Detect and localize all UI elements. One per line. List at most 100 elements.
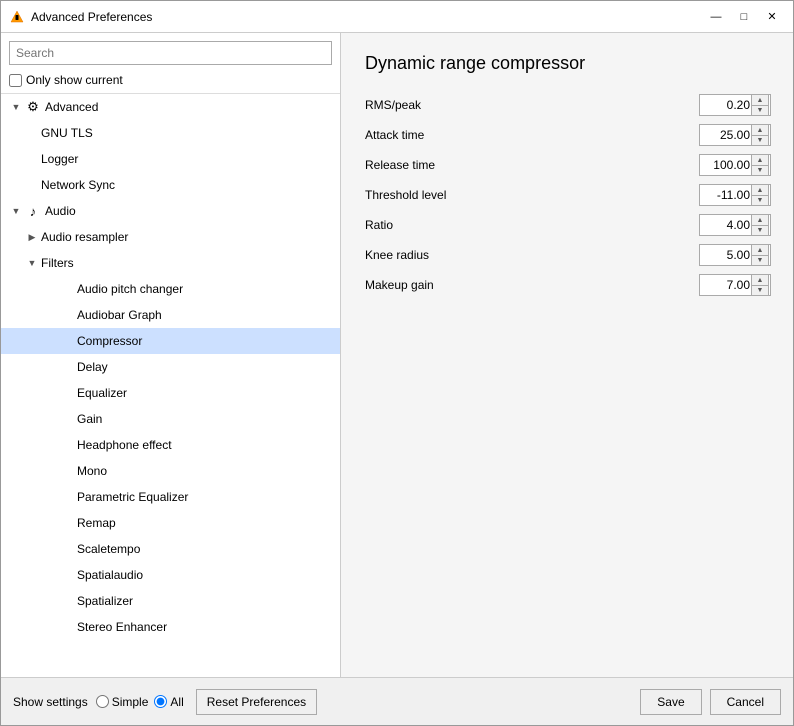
window-controls: — □ ✕: [703, 7, 785, 27]
spin-up-3[interactable]: ▲: [751, 184, 769, 195]
radio-simple-label[interactable]: Simple: [96, 695, 149, 709]
expand-icon-parametric_equalizer: [61, 490, 75, 504]
spin-down-0[interactable]: ▼: [751, 105, 769, 116]
spin-down-3[interactable]: ▼: [751, 195, 769, 206]
save-button[interactable]: Save: [640, 689, 701, 715]
tree-item-scaletempo[interactable]: Scaletempo: [1, 536, 340, 562]
tree-item-mono[interactable]: Mono: [1, 458, 340, 484]
content-area: Only show current ▼⚙AdvancedGNU TLSLogge…: [1, 33, 793, 677]
param-input-wrap-4: ▲▼: [699, 214, 769, 236]
tree-item-gain[interactable]: Gain: [1, 406, 340, 432]
param-row-0: RMS/peak ▲▼: [365, 94, 769, 116]
expand-icon-spatializer: [61, 594, 75, 608]
section-icon-audio: ♪: [25, 203, 41, 219]
reset-preferences-button[interactable]: Reset Preferences: [196, 689, 317, 715]
tree-item-spatializer[interactable]: Spatializer: [1, 588, 340, 614]
spin-up-0[interactable]: ▲: [751, 94, 769, 105]
tree-item-advanced[interactable]: ▼⚙Advanced: [1, 94, 340, 120]
cancel-button[interactable]: Cancel: [710, 689, 781, 715]
section-icon-advanced: ⚙: [25, 99, 41, 115]
tree-item-compressor[interactable]: Compressor: [1, 328, 340, 354]
tree-item-spatialaudio[interactable]: Spatialaudio: [1, 562, 340, 588]
spin-down-4[interactable]: ▼: [751, 225, 769, 236]
param-label-6: Makeup gain: [365, 278, 699, 292]
expand-icon-remap: [61, 516, 75, 530]
tree-item-remap[interactable]: Remap: [1, 510, 340, 536]
tree-label-audio_resampler: Audio resampler: [41, 230, 128, 244]
tree-item-headphone_effect[interactable]: Headphone effect: [1, 432, 340, 458]
expand-icon-gain: [61, 412, 75, 426]
spin-down-1[interactable]: ▼: [751, 135, 769, 146]
title-bar: Advanced Preferences — □ ✕: [1, 1, 793, 33]
expand-icon-spatialaudio: [61, 568, 75, 582]
vlc-icon: [9, 9, 25, 25]
spin-up-1[interactable]: ▲: [751, 124, 769, 135]
tree-item-filters[interactable]: ▼Filters: [1, 250, 340, 276]
spin-btns-0: ▲▼: [751, 94, 769, 116]
tree-item-audio_pitch_changer[interactable]: Audio pitch changer: [1, 276, 340, 302]
tree-item-audio_resampler[interactable]: ▶Audio resampler: [1, 224, 340, 250]
tree-item-logger[interactable]: Logger: [1, 146, 340, 172]
radio-group: Simple All: [96, 695, 184, 709]
tree-label-network_sync: Network Sync: [41, 178, 115, 192]
expand-icon-equalizer: [61, 386, 75, 400]
tree-item-parametric_equalizer[interactable]: Parametric Equalizer: [1, 484, 340, 510]
param-input-wrap-3: ▲▼: [699, 184, 769, 206]
radio-simple-text: Simple: [112, 695, 149, 709]
expand-icon-mono: [61, 464, 75, 478]
param-row-2: Release time▲▼: [365, 154, 769, 176]
tree-label-audio_pitch_changer: Audio pitch changer: [77, 282, 183, 296]
maximize-button[interactable]: □: [731, 7, 757, 27]
tree-item-network_sync[interactable]: Network Sync: [1, 172, 340, 198]
spin-up-2[interactable]: ▲: [751, 154, 769, 165]
tree-label-stereo_enhancer: Stereo Enhancer: [77, 620, 167, 634]
panel-title: Dynamic range compressor: [365, 53, 769, 74]
spin-down-5[interactable]: ▼: [751, 255, 769, 266]
param-label-0: RMS/peak: [365, 98, 699, 112]
search-input[interactable]: [9, 41, 332, 65]
spin-up-4[interactable]: ▲: [751, 214, 769, 225]
tree-item-stereo_enhancer[interactable]: Stereo Enhancer: [1, 614, 340, 640]
spin-down-6[interactable]: ▼: [751, 285, 769, 296]
spin-btns-2: ▲▼: [751, 154, 769, 176]
only-show-current-row: Only show current: [1, 73, 340, 93]
close-button[interactable]: ✕: [759, 7, 785, 27]
params-container: RMS/peak▲▼Attack time▲▼Release time▲▼Thr…: [365, 94, 769, 304]
param-row-3: Threshold level▲▼: [365, 184, 769, 206]
tree-label-parametric_equalizer: Parametric Equalizer: [77, 490, 188, 504]
spin-btns-5: ▲▼: [751, 244, 769, 266]
window: Advanced Preferences — □ ✕ Only show cur…: [0, 0, 794, 726]
minimize-button[interactable]: —: [703, 7, 729, 27]
tree-item-audiobar_graph[interactable]: Audiobar Graph: [1, 302, 340, 328]
tree-label-audio: Audio: [45, 204, 76, 218]
spin-btns-4: ▲▼: [751, 214, 769, 236]
spin-up-5[interactable]: ▲: [751, 244, 769, 255]
expand-icon-compressor: [61, 334, 75, 348]
param-input-wrap-2: ▲▼: [699, 154, 769, 176]
tree-label-scaletempo: Scaletempo: [77, 542, 140, 556]
tree-label-mono: Mono: [77, 464, 107, 478]
expand-icon-gnu_tls: [25, 126, 39, 140]
radio-all-label[interactable]: All: [154, 695, 183, 709]
tree-item-audio[interactable]: ▼♪Audio: [1, 198, 340, 224]
only-show-current-checkbox[interactable]: [9, 74, 22, 87]
param-input-wrap-1: ▲▼: [699, 124, 769, 146]
expand-icon-logger: [25, 152, 39, 166]
expand-icon-audio_pitch_changer: [61, 282, 75, 296]
tree-label-spatializer: Spatializer: [77, 594, 133, 608]
spin-down-2[interactable]: ▼: [751, 165, 769, 176]
tree-item-equalizer[interactable]: Equalizer: [1, 380, 340, 406]
expand-icon-filters: ▼: [25, 256, 39, 270]
tree-item-delay[interactable]: Delay: [1, 354, 340, 380]
expand-icon-stereo_enhancer: [61, 620, 75, 634]
param-input-wrap-5: ▲▼: [699, 244, 769, 266]
radio-simple-input[interactable]: [96, 695, 109, 708]
spin-up-6[interactable]: ▲: [751, 274, 769, 285]
radio-all-input[interactable]: [154, 695, 167, 708]
tree-item-gnu_tls[interactable]: GNU TLS: [1, 120, 340, 146]
search-box: [9, 41, 332, 65]
tree-label-gain: Gain: [77, 412, 102, 426]
tree-container[interactable]: ▼⚙AdvancedGNU TLSLoggerNetwork Sync▼♪Aud…: [1, 93, 340, 677]
param-label-1: Attack time: [365, 128, 699, 142]
param-input-wrap-0: ▲▼: [699, 94, 769, 116]
